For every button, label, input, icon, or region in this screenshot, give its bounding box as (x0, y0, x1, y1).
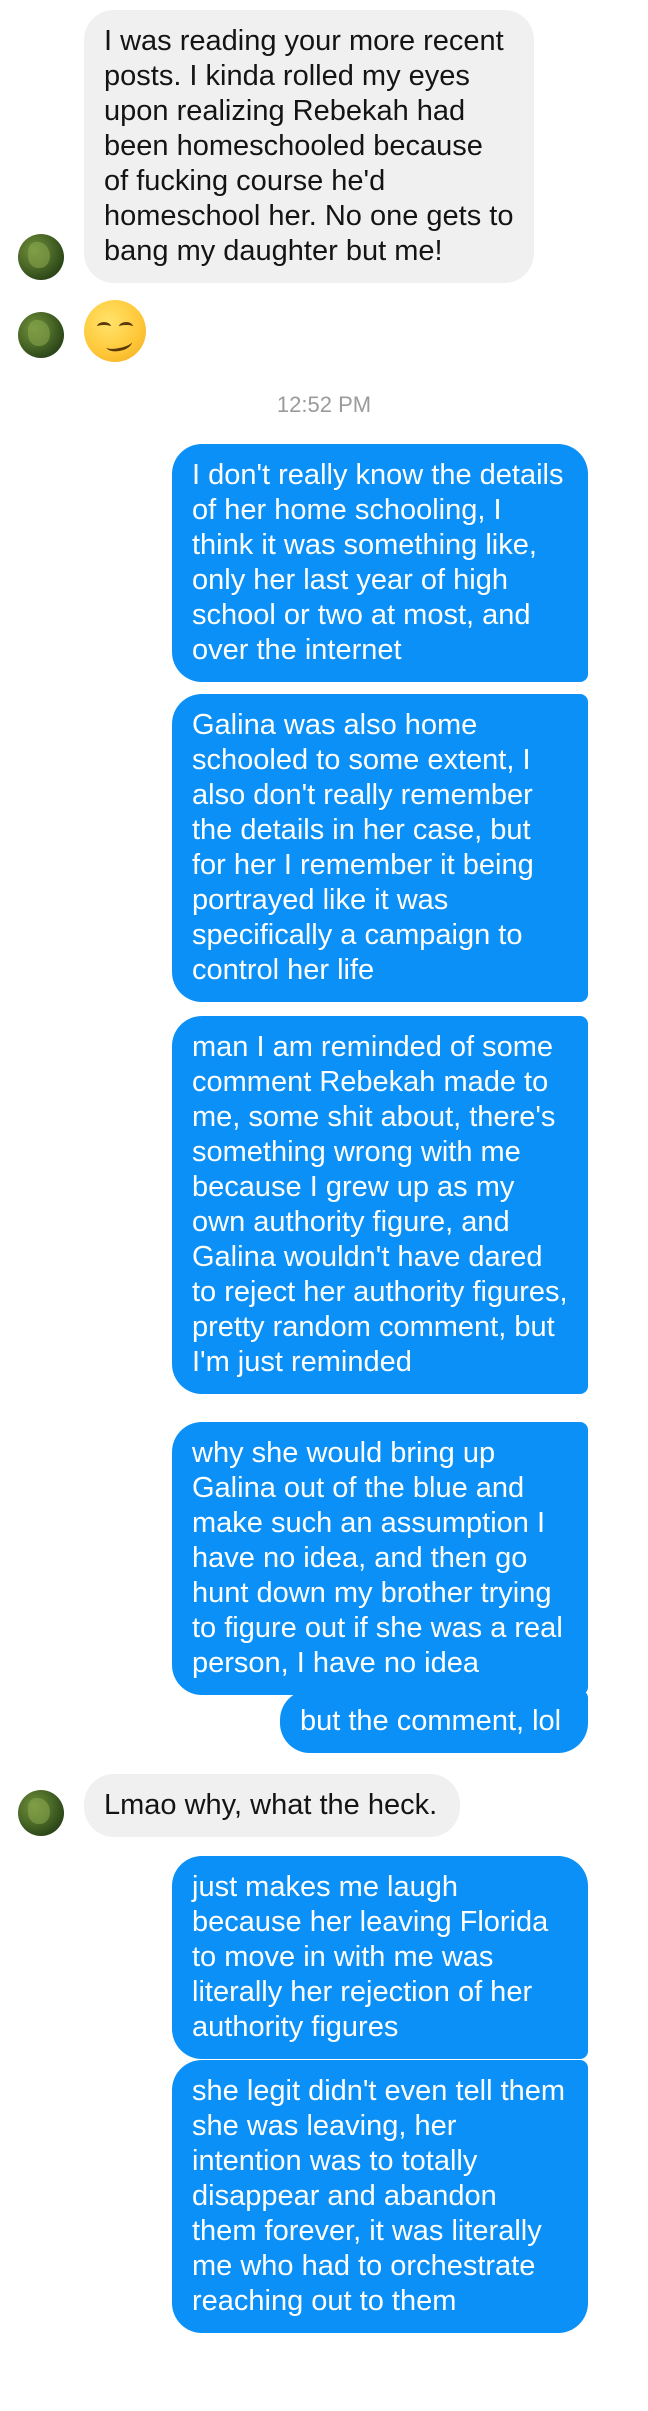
message-text: I was reading your more recent posts. I … (104, 25, 514, 267)
outgoing-message-bubble[interactable]: man I am reminded of some comment Rebeka… (172, 1016, 588, 1394)
message-text: but the comment, lol (300, 1705, 562, 1737)
incoming-message-bubble[interactable]: Lmao why, what the heck. (84, 1774, 460, 1837)
contact-avatar[interactable] (18, 312, 64, 358)
message-text: man I am reminded of some comment Rebeka… (192, 1031, 568, 1378)
outgoing-message-bubble[interactable]: I don't really know the details of her h… (172, 444, 588, 682)
message-text: just makes me laugh because her leaving … (192, 1871, 549, 2043)
message-text: Lmao why, what the heck. (104, 1789, 438, 1821)
message-text: she legit didn't even tell them she was … (192, 2075, 566, 2317)
incoming-message-bubble[interactable]: I was reading your more recent posts. I … (84, 10, 534, 283)
contact-avatar[interactable] (18, 234, 64, 280)
outgoing-message-bubble[interactable]: Galina was also home schooled to some ex… (172, 694, 588, 1002)
message-text: Galina was also home schooled to some ex… (192, 709, 534, 986)
message-timestamp: 12:52 PM (276, 392, 372, 417)
message-text: I don't really know the details of her h… (192, 459, 564, 666)
message-text: why she would bring up Galina out of the… (192, 1437, 563, 1679)
outgoing-message-bubble[interactable]: but the comment, lol (280, 1690, 588, 1753)
outgoing-message-bubble[interactable]: why she would bring up Galina out of the… (172, 1422, 588, 1695)
smirking-face-emoji-icon[interactable] (84, 300, 146, 362)
contact-avatar[interactable] (18, 1790, 64, 1836)
outgoing-message-bubble[interactable]: she legit didn't even tell them she was … (172, 2060, 588, 2333)
outgoing-message-bubble[interactable]: just makes me laugh because her leaving … (172, 1856, 588, 2059)
